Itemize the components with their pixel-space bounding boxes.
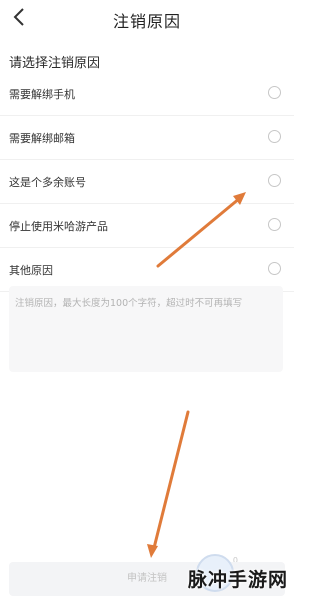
option-unbind-phone[interactable]: 需要解绑手机 — [0, 72, 294, 116]
header-bar: 注销原因 — [0, 0, 294, 38]
option-label: 需要解绑手机 — [9, 88, 75, 101]
option-label: 这是个多余账号 — [9, 176, 86, 189]
watermark-text: 脉冲手游网 — [187, 569, 288, 591]
radio-button[interactable] — [268, 174, 281, 187]
reason-textarea[interactable] — [9, 286, 283, 372]
radio-button[interactable] — [268, 218, 281, 231]
option-extra-account[interactable]: 这是个多余账号 — [0, 160, 294, 204]
radio-button[interactable] — [268, 86, 281, 99]
option-label: 需要解绑邮箱 — [9, 132, 75, 145]
page-title: 注销原因 — [112, 12, 181, 31]
option-unbind-email[interactable]: 需要解绑邮箱 — [0, 116, 294, 160]
reason-option-list: 需要解绑手机 需要解绑邮箱 这是个多余账号 停止使用米哈游产品 其他原因 — [0, 72, 294, 292]
option-label: 其他原因 — [9, 264, 53, 277]
radio-button[interactable] — [268, 130, 281, 143]
option-stop-using[interactable]: 停止使用米哈游产品 — [0, 204, 294, 248]
reason-textarea-container — [9, 286, 283, 372]
radio-button[interactable] — [268, 262, 281, 275]
option-label: 停止使用米哈游产品 — [9, 220, 108, 233]
section-title: 请选择注销原因 — [9, 56, 101, 71]
